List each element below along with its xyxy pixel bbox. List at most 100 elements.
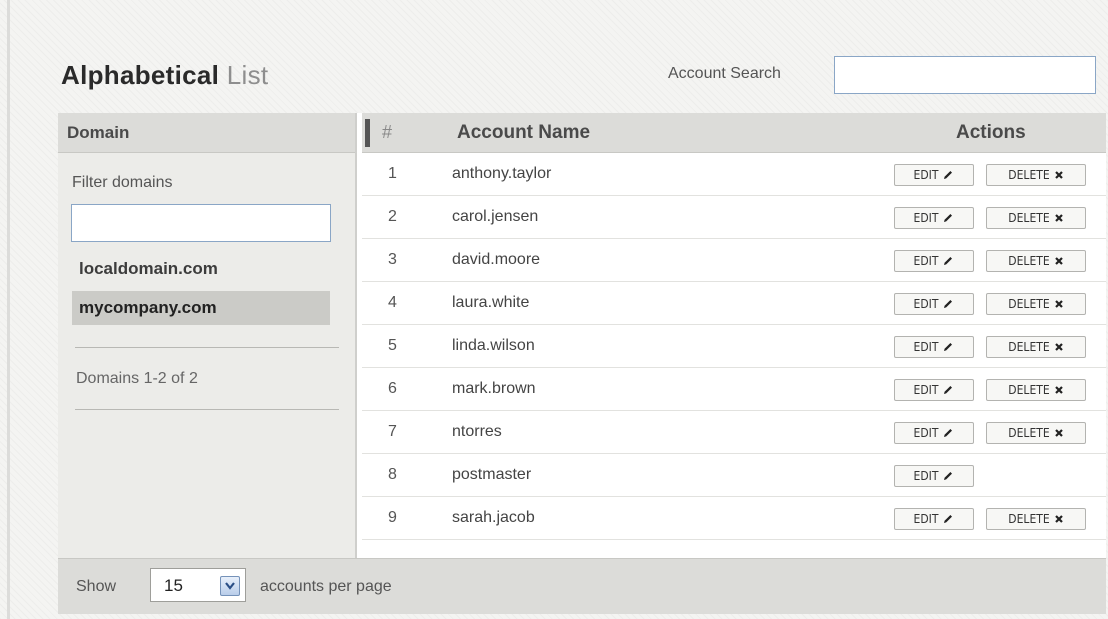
delete-button[interactable]: DELETE: [986, 508, 1086, 530]
page-title-light: List: [226, 60, 269, 90]
account-name[interactable]: david.moore: [452, 251, 540, 269]
domain-item-mycompany[interactable]: mycompany.com: [72, 291, 330, 325]
edit-button[interactable]: EDIT: [894, 465, 974, 487]
page-title-strong: Alphabetical: [61, 60, 220, 90]
delete-button-label: DELETE: [1008, 297, 1050, 311]
row-number: 5: [388, 337, 397, 354]
column-resize-handle[interactable]: [365, 119, 370, 147]
account-name[interactable]: mark.brown: [452, 380, 536, 398]
pencil-icon: [942, 298, 954, 310]
account-name[interactable]: carol.jensen: [452, 208, 538, 226]
pencil-icon: [942, 212, 954, 224]
domains-count: Domains 1-2 of 2: [76, 370, 198, 387]
edit-button[interactable]: EDIT: [894, 336, 974, 358]
table-row: 4 laura.white EDIT DELETE: [362, 282, 1106, 325]
edit-button[interactable]: EDIT: [894, 207, 974, 229]
table-row: 2 carol.jensen EDIT DELETE: [362, 196, 1106, 239]
edit-button-label: EDIT: [913, 211, 939, 225]
account-name[interactable]: ntorres: [452, 423, 502, 441]
account-name[interactable]: sarah.jacob: [452, 509, 535, 527]
row-number: 9: [388, 509, 397, 526]
column-header-number: #: [382, 122, 393, 142]
delete-button-label: DELETE: [1008, 211, 1050, 225]
accounts-table-body: 1 anthony.taylor EDIT DELETE 2 carol.jensen ED…: [362, 153, 1106, 540]
delete-button[interactable]: DELETE: [986, 207, 1086, 229]
show-label: Show: [76, 578, 117, 595]
divider: [75, 347, 339, 348]
table-footer: Show 15 accounts per page: [58, 558, 1106, 614]
pencil-icon: [942, 341, 954, 353]
delete-button[interactable]: DELETE: [986, 336, 1086, 358]
pencil-icon: [942, 169, 954, 181]
edit-button[interactable]: EDIT: [894, 164, 974, 186]
row-number: 7: [388, 423, 397, 440]
account-search-label: Account Search: [668, 65, 781, 82]
row-number: 1: [388, 165, 397, 182]
pencil-icon: [942, 384, 954, 396]
pencil-icon: [942, 427, 954, 439]
edit-button[interactable]: EDIT: [894, 250, 974, 272]
delete-button[interactable]: DELETE: [986, 379, 1086, 401]
accounts-table-header: # Account Name Actions: [362, 113, 1106, 153]
filter-domains-label: Filter domains: [72, 174, 173, 191]
delete-button[interactable]: DELETE: [986, 250, 1086, 272]
account-name[interactable]: linda.wilson: [452, 337, 535, 355]
edit-button-label: EDIT: [913, 254, 939, 268]
edit-button-label: EDIT: [913, 168, 939, 182]
domain-sidebar: Domain Filter domains localdomain.com my…: [58, 113, 357, 558]
account-name[interactable]: anthony.taylor: [452, 165, 551, 183]
edit-button-label: EDIT: [913, 469, 939, 483]
domain-item-localdomain[interactable]: localdomain.com: [72, 252, 330, 286]
accounts-panel: Domain Filter domains localdomain.com my…: [58, 113, 1106, 614]
table-row: 6 mark.brown EDIT DELETE: [362, 368, 1106, 411]
edit-button[interactable]: EDIT: [894, 422, 974, 444]
delete-button[interactable]: DELETE: [986, 293, 1086, 315]
delete-button-label: DELETE: [1008, 426, 1050, 440]
pencil-icon: [942, 470, 954, 482]
delete-button-label: DELETE: [1008, 254, 1050, 268]
column-header-account-name[interactable]: Account Name: [457, 122, 590, 144]
row-number: 4: [388, 294, 397, 311]
table-row: 5 linda.wilson EDIT DELETE: [362, 325, 1106, 368]
edit-button-label: EDIT: [913, 297, 939, 311]
pencil-icon: [942, 513, 954, 525]
table-row: 9 sarah.jacob EDIT DELETE: [362, 497, 1106, 540]
filter-domains-input[interactable]: [71, 204, 331, 242]
row-number: 6: [388, 380, 397, 397]
page-left-border: [7, 0, 10, 619]
delete-button-label: DELETE: [1008, 383, 1050, 397]
account-search-input[interactable]: [834, 56, 1096, 94]
divider: [75, 409, 339, 410]
delete-button[interactable]: DELETE: [986, 422, 1086, 444]
x-icon: [1054, 170, 1064, 180]
row-number: 8: [388, 466, 397, 483]
x-icon: [1054, 514, 1064, 524]
edit-button-label: EDIT: [913, 340, 939, 354]
x-icon: [1054, 256, 1064, 266]
delete-button-label: DELETE: [1008, 168, 1050, 182]
per-page-select[interactable]: 15: [150, 568, 246, 602]
edit-button[interactable]: EDIT: [894, 508, 974, 530]
x-icon: [1054, 342, 1064, 352]
per-page-suffix: accounts per page: [260, 578, 392, 595]
edit-button-label: EDIT: [913, 383, 939, 397]
domain-heading: Domain: [58, 113, 355, 153]
x-icon: [1054, 213, 1064, 223]
account-name[interactable]: laura.white: [452, 294, 529, 312]
delete-button[interactable]: DELETE: [986, 164, 1086, 186]
page-title: Alphabetical List: [61, 60, 268, 91]
delete-button-label: DELETE: [1008, 340, 1050, 354]
table-row: 8 postmaster EDIT: [362, 454, 1106, 497]
pencil-icon: [942, 255, 954, 267]
edit-button[interactable]: EDIT: [894, 379, 974, 401]
x-icon: [1054, 299, 1064, 309]
per-page-value: 15: [164, 576, 183, 595]
edit-button[interactable]: EDIT: [894, 293, 974, 315]
row-number: 2: [388, 208, 397, 225]
chevron-down-icon[interactable]: [220, 576, 240, 596]
account-name[interactable]: postmaster: [452, 466, 531, 484]
table-row: 1 anthony.taylor EDIT DELETE: [362, 153, 1106, 196]
accounts-table: # Account Name Actions 1 anthony.taylor ED…: [362, 113, 1106, 540]
x-icon: [1054, 385, 1064, 395]
table-row: 7 ntorres EDIT DELETE: [362, 411, 1106, 454]
